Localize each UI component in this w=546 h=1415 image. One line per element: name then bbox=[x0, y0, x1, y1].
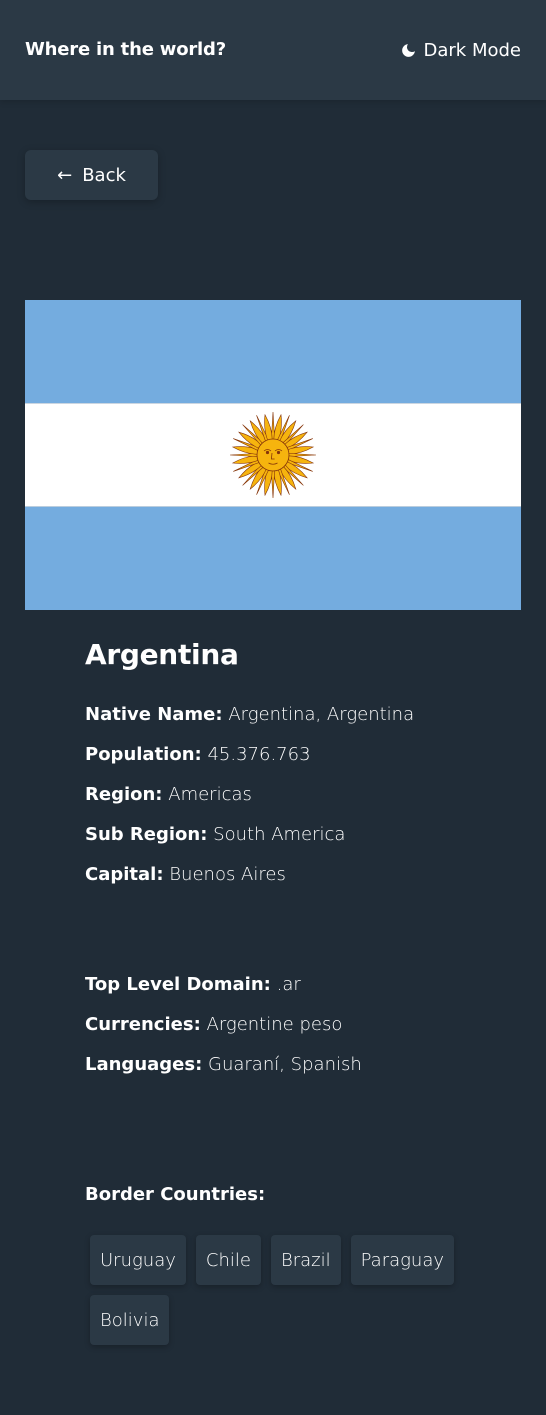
native-name-row: Native Name: Argentina, Argentina bbox=[85, 703, 414, 727]
back-button-label: Back bbox=[82, 164, 126, 186]
native-name-label: Native Name: bbox=[85, 704, 223, 725]
population-value: 45.376.763 bbox=[207, 744, 311, 765]
languages-row: Languages: Guaraní, Spanish bbox=[85, 1053, 362, 1077]
moon-icon bbox=[401, 43, 415, 57]
arrow-left-icon: ← bbox=[57, 165, 73, 186]
app-title: Where in the world? bbox=[25, 39, 226, 60]
tld-row: Top Level Domain: .ar bbox=[85, 973, 301, 997]
population-row: Population: 45.376.763 bbox=[85, 743, 311, 767]
top-header: Where in the world? Dark Mode bbox=[0, 0, 546, 100]
flag-bottom-stripe bbox=[25, 506, 521, 610]
country-name: Argentina bbox=[85, 638, 239, 671]
country-flag bbox=[25, 300, 521, 610]
back-button[interactable]: ← Back bbox=[25, 150, 158, 200]
tld-label: Top Level Domain: bbox=[85, 974, 271, 995]
region-value: Americas bbox=[168, 784, 252, 805]
currencies-row: Currencies: Argentine peso bbox=[85, 1013, 342, 1037]
border-countries-list: Uruguay Chile Brazil Paraguay Bolivia bbox=[85, 1230, 485, 1350]
region-row: Region: Americas bbox=[85, 783, 252, 807]
capital-row: Capital: Buenos Aires bbox=[85, 863, 286, 887]
flag-top-stripe bbox=[25, 300, 521, 404]
languages-label: Languages: bbox=[85, 1054, 203, 1075]
border-country-button[interactable]: Uruguay bbox=[90, 1235, 186, 1285]
border-country-button[interactable]: Bolivia bbox=[90, 1295, 170, 1345]
border-country-button[interactable]: Chile bbox=[195, 1235, 261, 1285]
dark-mode-toggle[interactable]: Dark Mode bbox=[400, 38, 521, 62]
capital-value: Buenos Aires bbox=[169, 864, 286, 885]
currencies-value: Argentine peso bbox=[206, 1014, 343, 1035]
region-label: Region: bbox=[85, 784, 163, 805]
population-label: Population: bbox=[85, 744, 202, 765]
languages-value: Guaraní, Spanish bbox=[208, 1054, 362, 1075]
tld-value: .ar bbox=[276, 974, 301, 995]
sub-region-row: Sub Region: South America bbox=[85, 823, 345, 847]
sub-region-label: Sub Region: bbox=[85, 824, 208, 845]
border-country-button[interactable]: Brazil bbox=[270, 1235, 341, 1285]
dark-mode-label: Dark Mode bbox=[423, 39, 521, 61]
sun-of-may-icon bbox=[229, 411, 317, 499]
border-country-button[interactable]: Paraguay bbox=[350, 1235, 455, 1285]
sub-region-value: South America bbox=[213, 824, 346, 845]
border-countries-title: Border Countries: bbox=[85, 1184, 266, 1205]
currencies-label: Currencies: bbox=[85, 1014, 201, 1035]
capital-label: Capital: bbox=[85, 864, 164, 885]
native-name-value: Argentina, Argentina bbox=[228, 704, 415, 725]
